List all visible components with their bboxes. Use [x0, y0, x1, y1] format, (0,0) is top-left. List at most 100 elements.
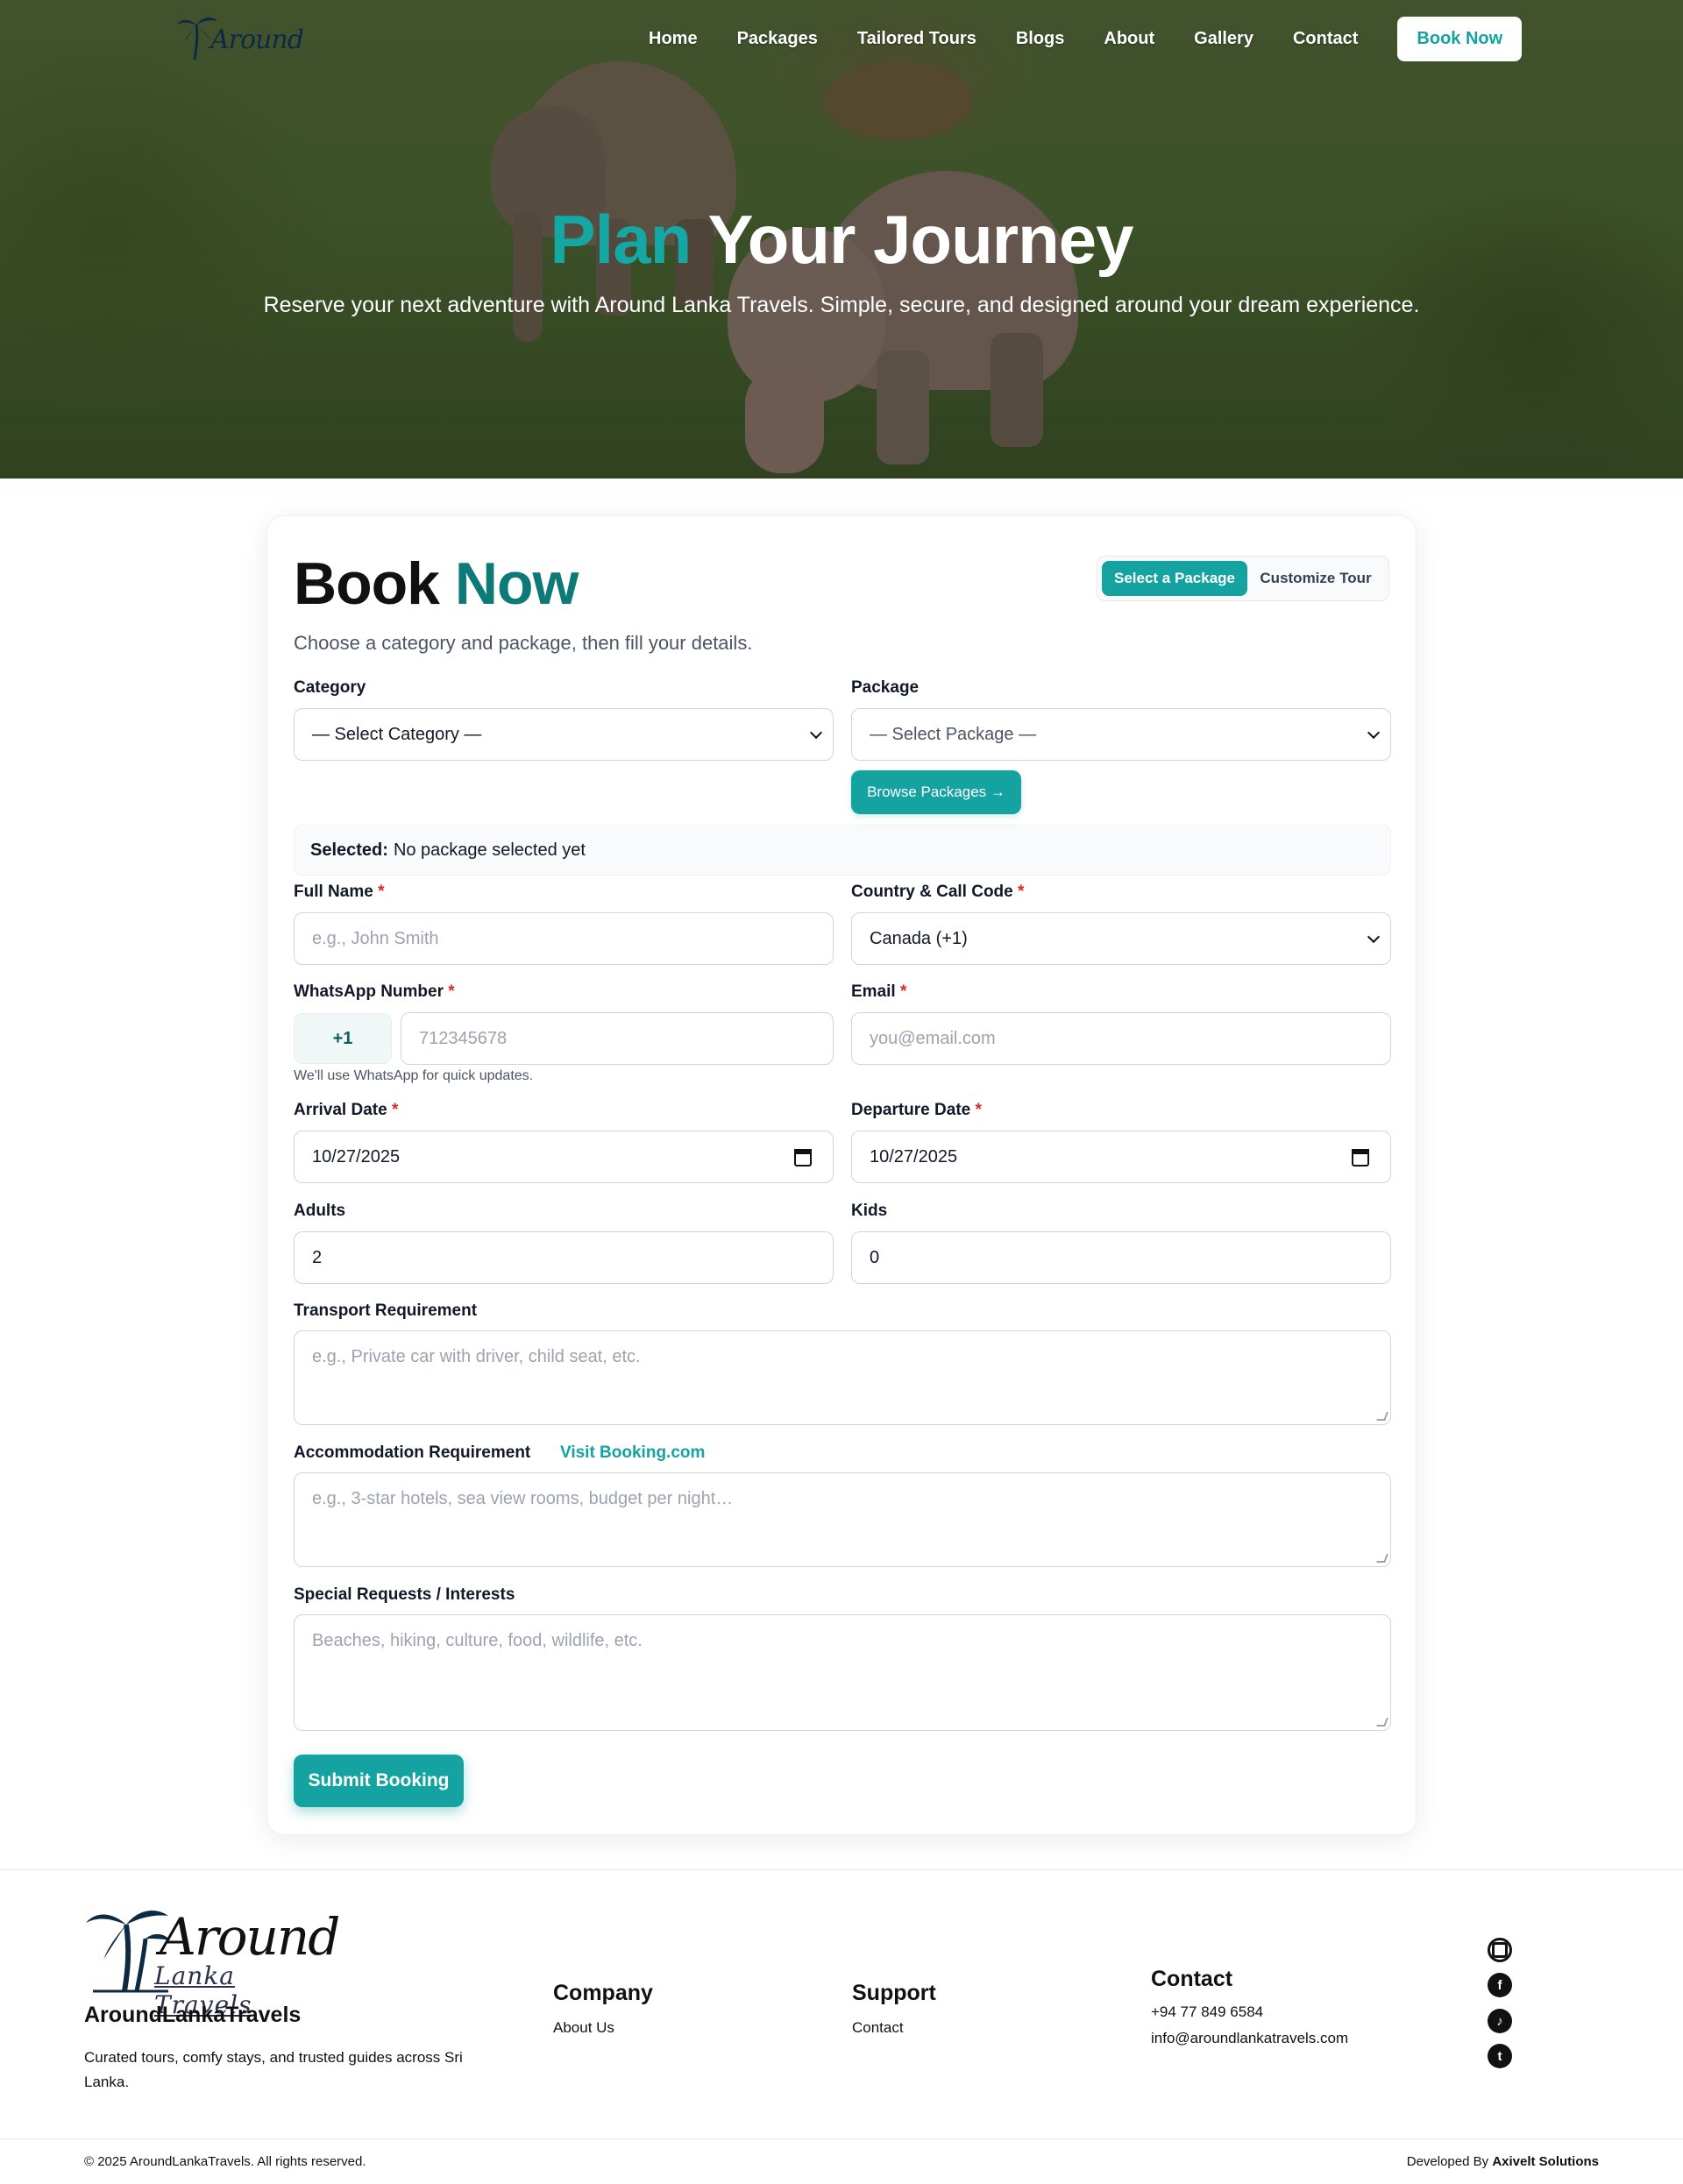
submit-booking-button[interactable]: Submit Booking — [294, 1755, 464, 1807]
footer-logo[interactable]: Around Lanka Travels — [84, 1900, 340, 2019]
arrival-date-value: 10/27/2025 — [312, 1146, 401, 1166]
transport-label: Transport Requirement — [294, 1301, 478, 1320]
nav-packages[interactable]: Packages — [737, 29, 818, 49]
booking-title-main: Book — [294, 550, 440, 617]
resize-handle-icon[interactable] — [1376, 1554, 1388, 1563]
tiktok-icon[interactable]: ♪ — [1488, 2009, 1512, 2033]
departure-date-input[interactable]: 10/27/2025 — [851, 1131, 1391, 1183]
whatsapp-placeholder: 712345678 — [419, 1028, 508, 1048]
footer-brand: AroundLankaTravels — [84, 2003, 302, 2027]
footer-company-heading: Company — [553, 1981, 653, 2005]
country-label-text: Country & Call Code — [851, 883, 1013, 901]
site-logo[interactable]: Around — [175, 12, 304, 65]
full-name-input[interactable]: e.g., John Smith — [294, 912, 834, 965]
category-select[interactable]: — Select Category — — [294, 708, 834, 761]
nav-contact[interactable]: Contact — [1293, 29, 1358, 49]
package-select-value: — Select Package — — [870, 724, 1037, 744]
nav-blogs[interactable]: Blogs — [1016, 29, 1065, 49]
hero-title-rest: Your Journey — [707, 201, 1134, 278]
whatsapp-call-code: +1 — [294, 1013, 392, 1064]
footer-bottom-divider — [0, 2138, 1683, 2139]
browse-packages-button[interactable]: Browse Packages → — [851, 770, 1021, 814]
special-requests-textarea[interactable]: Beaches, hiking, culture, food, wildlife… — [294, 1614, 1391, 1731]
chevron-down-icon — [1367, 930, 1381, 944]
special-requests-placeholder: Beaches, hiking, culture, food, wildlife… — [312, 1631, 643, 1650]
selected-package-status: Selected: No package selected yet — [294, 825, 1391, 876]
customize-tour-tab[interactable]: Customize Tour — [1247, 561, 1384, 596]
whatsapp-label-text: WhatsApp Number — [294, 982, 444, 1001]
required-mark: * — [975, 1101, 982, 1119]
departure-date-value: 10/27/2025 — [870, 1146, 958, 1166]
calendar-icon[interactable] — [1352, 1149, 1369, 1166]
nav-tailored-tours[interactable]: Tailored Tours — [857, 29, 976, 49]
departure-date-label-text: Departure Date — [851, 1101, 971, 1119]
category-label: Category — [294, 678, 366, 697]
transport-textarea[interactable]: e.g., Private car with driver, child sea… — [294, 1330, 1391, 1425]
email-label-text: Email — [851, 982, 896, 1001]
facebook-icon[interactable]: f — [1488, 1973, 1512, 1997]
footer-about-link[interactable]: About Us — [553, 2019, 614, 2037]
hero-section: Around Home Packages Tailored Tours Blog… — [0, 0, 1683, 479]
email-label: Email * — [851, 982, 906, 1002]
kids-value: 0 — [870, 1247, 880, 1267]
hero-title-accent: Plan — [550, 201, 692, 278]
selected-label: Selected: — [310, 840, 388, 860]
country-label: Country & Call Code * — [851, 883, 1024, 902]
nav-book-now-button[interactable]: Book Now — [1397, 16, 1523, 61]
booking-com-link[interactable]: Visit Booking.com — [560, 1443, 705, 1463]
instagram-icon[interactable] — [1488, 1938, 1512, 1962]
email-input[interactable]: you@email.com — [851, 1012, 1391, 1065]
nav-home[interactable]: Home — [649, 29, 698, 49]
resize-handle-icon[interactable] — [1376, 1718, 1388, 1727]
country-select-value: Canada (+1) — [870, 928, 968, 948]
footer-divider — [0, 1869, 1683, 1870]
hero-subtitle: Reserve your next adventure with Around … — [263, 293, 1420, 317]
accommodation-label: Accommodation Requirement — [294, 1443, 531, 1462]
adults-input[interactable]: 2 — [294, 1231, 834, 1284]
whatsapp-input[interactable]: 712345678 — [401, 1012, 834, 1065]
resize-handle-icon[interactable] — [1376, 1412, 1388, 1421]
country-select[interactable]: Canada (+1) — [851, 912, 1391, 965]
footer-description: Curated tours, comfy stays, and trusted … — [84, 2049, 463, 2090]
required-mark: * — [899, 982, 907, 1001]
departure-date-label: Departure Date * — [851, 1101, 982, 1120]
whatsapp-hint: We'll use WhatsApp for quick updates. — [294, 1068, 534, 1083]
kids-label: Kids — [851, 1202, 888, 1220]
adults-label: Adults — [294, 1202, 346, 1220]
developer-link[interactable]: Axivelt Solutions — [1492, 2154, 1599, 2169]
nav-gallery[interactable]: Gallery — [1194, 29, 1253, 49]
tumblr-icon[interactable]: t — [1488, 2044, 1512, 2068]
footer-phone[interactable]: +94 77 849 6584 — [1151, 2003, 1263, 2021]
calendar-icon[interactable] — [794, 1149, 812, 1166]
developer-credit: Developed By Axivelt Solutions — [1407, 2154, 1599, 2169]
category-select-value: — Select Category — — [312, 724, 482, 744]
booking-form-card: Book Now Select a Package Customize Tour… — [266, 515, 1417, 1835]
arrival-date-label-text: Arrival Date — [294, 1101, 387, 1119]
package-select[interactable]: — Select Package — — [851, 708, 1391, 761]
chevron-down-icon — [1367, 726, 1381, 740]
required-mark: * — [378, 883, 385, 901]
footer-contact-link[interactable]: Contact — [852, 2019, 904, 2037]
accommodation-textarea[interactable]: e.g., 3-star hotels, sea view rooms, bud… — [294, 1472, 1391, 1567]
transport-placeholder: e.g., Private car with driver, child sea… — [312, 1347, 641, 1366]
footer-email[interactable]: info@aroundlankatravels.com — [1151, 2030, 1348, 2047]
footer-support-heading: Support — [852, 1981, 936, 2005]
logo-text: Around — [210, 25, 304, 55]
hero-title: Plan Your Journey — [0, 200, 1683, 280]
full-name-label-text: Full Name — [294, 883, 373, 901]
select-package-tab[interactable]: Select a Package — [1102, 561, 1247, 596]
arrival-date-input[interactable]: 10/27/2025 — [294, 1131, 834, 1183]
booking-title-accent: Now — [454, 550, 579, 617]
kids-input[interactable]: 0 — [851, 1231, 1391, 1284]
nav-about[interactable]: About — [1104, 29, 1154, 49]
accommodation-placeholder: e.g., 3-star hotels, sea view rooms, bud… — [312, 1489, 734, 1508]
email-placeholder: you@email.com — [870, 1028, 996, 1048]
package-label: Package — [851, 678, 920, 697]
main-nav: Home Packages Tailored Tours Blogs About… — [649, 16, 1561, 61]
special-requests-label: Special Requests / Interests — [294, 1585, 515, 1604]
selected-value: No package selected yet — [393, 840, 586, 860]
required-mark: * — [448, 982, 455, 1001]
chevron-down-icon — [809, 726, 823, 740]
adults-value: 2 — [312, 1247, 323, 1267]
full-name-label: Full Name * — [294, 883, 385, 902]
